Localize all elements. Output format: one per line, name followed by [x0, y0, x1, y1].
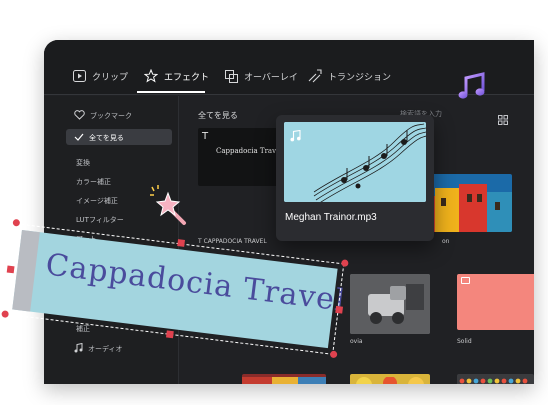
resize-handle-bottom-left[interactable]	[1, 310, 10, 318]
thumb-label-cappadocia: T CAPPADOCIA TRAVEL	[198, 238, 267, 245]
tab-transition-label: トランジション	[328, 72, 392, 83]
music-note-icon	[290, 127, 301, 146]
tab-transition[interactable]: トランジション	[308, 64, 391, 88]
overlay-icon	[224, 69, 238, 83]
tab-clip[interactable]: クリップ	[72, 64, 128, 88]
sidebar-item-adjust[interactable]: 補正	[76, 324, 90, 334]
solid-swatch-icon	[461, 277, 470, 284]
music-icon	[74, 342, 83, 355]
sidebar-item-label: 全てを見る	[89, 134, 124, 142]
sidebar-item-transform[interactable]: 変換	[76, 158, 90, 168]
magic-wand-icon	[148, 183, 188, 231]
transition-icon	[308, 69, 322, 83]
sidebar-item-label: オーディオ	[88, 345, 123, 353]
audio-preview-popup[interactable]: Meghan Trainor.mp3	[276, 115, 434, 241]
star-icon	[144, 69, 158, 83]
thumb-title-text: Cappadocia Travel	[216, 147, 283, 155]
tab-clip-label: クリップ	[92, 72, 129, 83]
thumb-label-solid: Solid	[457, 338, 472, 345]
sidebar-item-label: 補正	[76, 325, 90, 333]
sidebar-item-image-correction[interactable]: イメージ補正	[76, 196, 118, 206]
tab-effects-label: エフェクト	[164, 72, 210, 83]
thumb-solid-color[interactable]	[457, 274, 534, 330]
sidebar-item-audio[interactable]: オーディオ	[74, 342, 123, 355]
audio-preview-artwork	[284, 122, 426, 202]
tab-overlay[interactable]: オーバーレイ	[224, 64, 298, 88]
sidebar-item-label: カラー補正	[76, 178, 111, 186]
audio-file-name: Meghan Trainor.mp3	[285, 212, 377, 223]
active-tab-indicator	[137, 91, 205, 93]
sidebar-item-label: ブックマーク	[90, 112, 132, 120]
thumb-toy-truck[interactable]	[350, 274, 430, 334]
resize-handle-right[interactable]	[335, 305, 344, 314]
sidebar-item-color-correction[interactable]: カラー補正	[76, 177, 111, 187]
thumb-label-houses: on	[442, 238, 450, 245]
sidebar-item-label: LUTフィルター	[76, 216, 124, 224]
floating-music-note-icon	[457, 72, 487, 106]
sidebar-item-label: 変換	[76, 159, 90, 167]
text-t-icon: T	[202, 131, 209, 142]
tab-effects[interactable]: エフェクト	[144, 64, 209, 88]
sidebar-item-label: イメージ補正	[76, 197, 118, 205]
thumb-dot-pattern[interactable]	[457, 374, 534, 384]
sidebar-item-lut-filter[interactable]: LUTフィルター	[76, 215, 124, 225]
sidebar-item-all[interactable]: 全てを見る	[74, 133, 124, 143]
resize-handle-left[interactable]	[6, 265, 15, 274]
thumb-cappadocia-title[interactable]: T Cappadocia Travel	[198, 128, 286, 186]
heart-icon	[74, 110, 85, 122]
stage: クリップ エフェクト オーバーレイ トランジション ブックマーク 全てを見る 変…	[0, 0, 548, 405]
resize-handle-top[interactable]	[177, 239, 186, 247]
clip-icon	[72, 69, 86, 83]
thumb-blur-lights[interactable]	[350, 374, 430, 384]
resize-handle-bottom[interactable]	[165, 330, 174, 339]
grid-view-icon[interactable]	[498, 110, 508, 129]
thumb-label-ovia: ovia	[350, 338, 363, 345]
tab-overlay-label: オーバーレイ	[244, 72, 298, 83]
check-icon	[74, 133, 84, 143]
sidebar-item-bookmark[interactable]: ブックマーク	[74, 110, 132, 122]
content-title: 全てを見る	[198, 111, 238, 120]
thumb-red-buildings[interactable]	[242, 374, 326, 384]
